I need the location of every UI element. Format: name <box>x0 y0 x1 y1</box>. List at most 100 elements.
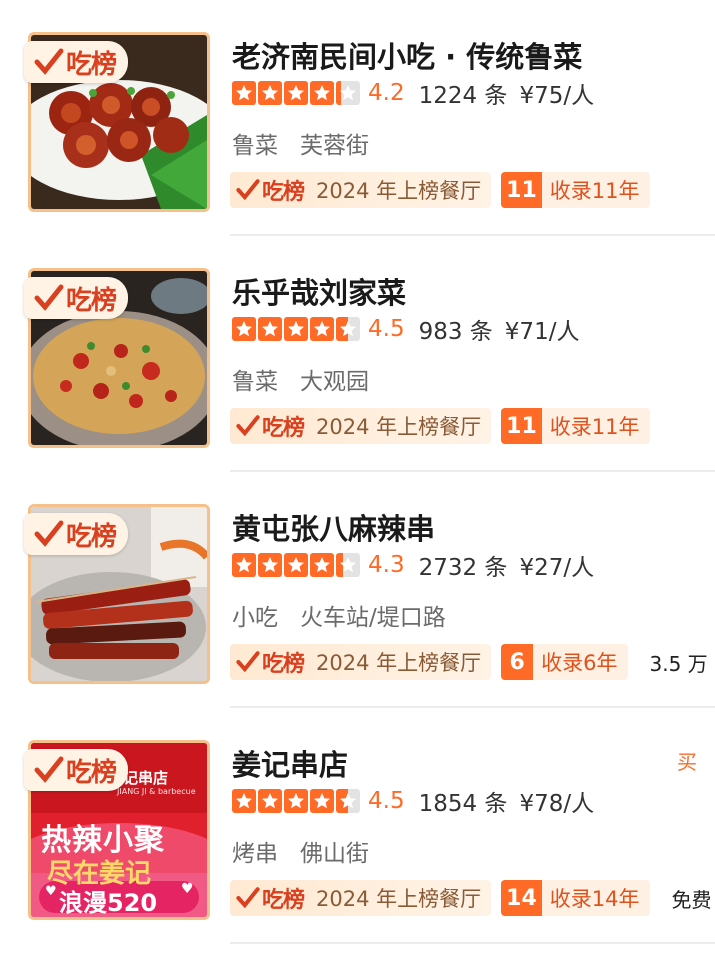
extra-stat: 免费 <box>671 887 712 912</box>
rating-score: 4.5 <box>368 788 405 814</box>
cuisine-tag: 小吃 <box>232 605 278 631</box>
tag-row: 小吃 火车站/堤口路 <box>232 598 446 632</box>
star-icon <box>284 317 308 341</box>
location-tag: 芙蓉街 <box>300 133 369 159</box>
restaurant-name[interactable]: 老济南民间小吃 · 传统鲁菜 <box>232 34 582 76</box>
star-rating <box>232 317 360 341</box>
award-pill[interactable]: 吃榜 2024 年上榜餐厅 <box>230 644 492 680</box>
checkmark-icon <box>236 651 260 673</box>
ranking-badge: 吃榜 <box>24 277 129 319</box>
review-count: 983 条 <box>418 319 493 345</box>
years-count: 6 <box>501 644 534 680</box>
restaurant-name[interactable]: 乐乎哉刘家菜 <box>232 270 406 312</box>
checkmark-icon <box>34 520 64 547</box>
star-icon <box>336 317 360 341</box>
award-pill[interactable]: 吃榜 2024 年上榜餐厅 <box>230 172 492 208</box>
ranking-badge: 吃榜 <box>24 749 129 791</box>
star-rating <box>232 789 360 813</box>
restaurant-card[interactable]: 吃榜 乐乎哉刘家菜 4.5 983 条 ¥71/人 鲁菜 大观园 吃榜 2024… <box>0 236 715 472</box>
star-icon <box>284 553 308 577</box>
star-icon <box>310 553 334 577</box>
rating-score: 4.2 <box>368 80 405 106</box>
restaurant-card[interactable]: ♥ ♥ 记串店 JIANG JI & barbecue 热辣小聚 尽在姜记 浪漫… <box>0 708 715 944</box>
location-tag: 大观园 <box>300 369 369 395</box>
price-per-person: ¥78/人 <box>519 791 595 817</box>
badge-label: 吃榜 <box>66 49 117 80</box>
star-rating <box>232 81 360 105</box>
award-year: 2024 年上榜餐厅 <box>316 887 482 911</box>
badge-label: 吃榜 <box>66 757 117 788</box>
checkmark-icon <box>236 179 260 201</box>
badge-label: 吃榜 <box>66 285 117 316</box>
star-icon <box>310 81 334 105</box>
divider <box>230 942 715 944</box>
star-icon <box>258 553 282 577</box>
poster-store-english: JIANG JI & barbecue <box>117 787 196 796</box>
restaurant-name[interactable]: 黄屯张八麻辣串 <box>232 506 435 548</box>
location-tag: 火车站/堤口路 <box>300 605 446 631</box>
award-year: 2024 年上榜餐厅 <box>316 415 482 439</box>
price-per-person: ¥27/人 <box>519 555 595 581</box>
rating-score: 4.3 <box>368 552 405 578</box>
restaurant-card[interactable]: 吃榜 黄屯张八麻辣串 4.3 2732 条 ¥27/人 小吃 火车站/堤口路 吃… <box>0 472 715 708</box>
location-tag: 佛山街 <box>300 841 369 867</box>
award-row: 吃榜 2024 年上榜餐厅 11 收录11年 <box>230 172 650 208</box>
review-count: 2732 条 <box>418 555 508 581</box>
star-icon <box>232 789 256 813</box>
poster-store-name: 记串店 <box>123 769 169 787</box>
years-count: 11 <box>501 408 542 444</box>
star-icon <box>310 317 334 341</box>
rating-row: 4.2 1224 条 ¥75/人 <box>232 78 594 109</box>
years-count: 14 <box>501 880 542 916</box>
award-pill[interactable]: 吃榜 2024 年上榜餐厅 <box>230 880 492 916</box>
award-brand: 吃榜 <box>262 180 305 205</box>
cuisine-tag: 烤串 <box>232 841 278 867</box>
star-rating <box>232 553 360 577</box>
star-icon <box>336 81 360 105</box>
checkmark-icon <box>236 415 260 437</box>
review-count: 1224 条 <box>418 83 508 109</box>
checkmark-icon <box>34 48 64 75</box>
years-listed-text: 收录14年 <box>549 887 640 911</box>
ranking-badge: 吃榜 <box>24 513 129 555</box>
badge-label: 吃榜 <box>66 521 117 552</box>
years-listed-text: 收录11年 <box>549 179 640 203</box>
years-listed-text: 收录6年 <box>541 651 618 675</box>
tag-row: 鲁菜 芙蓉街 <box>232 126 369 160</box>
star-icon <box>284 789 308 813</box>
restaurant-name[interactable]: 姜记串店 <box>232 742 348 784</box>
restaurant-list: 吃榜 老济南民间小吃 · 传统鲁菜 4.2 1224 条 ¥75/人 鲁菜 芙蓉… <box>0 0 715 953</box>
rating-row: 4.5 983 条 ¥71/人 <box>232 314 580 345</box>
tag-row: 鲁菜 大观园 <box>232 362 369 396</box>
ranking-badge: 吃榜 <box>24 41 129 83</box>
cuisine-tag: 鲁菜 <box>232 369 278 395</box>
years-count: 11 <box>501 172 542 208</box>
rating-row: 4.3 2732 条 ¥27/人 <box>232 550 595 581</box>
award-brand: 吃榜 <box>262 888 305 913</box>
checkmark-icon <box>34 756 64 783</box>
star-icon <box>336 789 360 813</box>
price-per-person: ¥71/人 <box>504 319 580 345</box>
extra-stat: 3.5 万 <box>649 651 708 676</box>
award-pill[interactable]: 吃榜 2024 年上榜餐厅 <box>230 408 492 444</box>
years-listed-pill[interactable]: 11 收录11年 <box>501 408 650 444</box>
buy-label[interactable]: 买 <box>677 746 697 775</box>
rating-score: 4.5 <box>368 316 405 342</box>
restaurant-card[interactable]: 吃榜 老济南民间小吃 · 传统鲁菜 4.2 1224 条 ¥75/人 鲁菜 芙蓉… <box>0 0 715 236</box>
review-count: 1854 条 <box>418 791 508 817</box>
years-listed-pill[interactable]: 11 收录11年 <box>501 172 650 208</box>
award-row: 吃榜 2024 年上榜餐厅 11 收录11年 <box>230 408 650 444</box>
star-icon <box>310 789 334 813</box>
award-year: 2024 年上榜餐厅 <box>316 179 482 203</box>
years-listed-pill[interactable]: 14 收录14年 <box>501 880 650 916</box>
years-listed-text: 收录11年 <box>549 415 640 439</box>
years-listed-pill[interactable]: 6 收录6年 <box>501 644 628 680</box>
cuisine-tag: 鲁菜 <box>232 133 278 159</box>
star-icon <box>258 81 282 105</box>
award-row: 吃榜 2024 年上榜餐厅 14 收录14年 免费 <box>230 880 712 916</box>
star-icon <box>232 553 256 577</box>
rating-row: 4.5 1854 条 ¥78/人 <box>232 786 595 817</box>
award-row: 吃榜 2024 年上榜餐厅 6 收录6年 3.5 万 <box>230 644 708 680</box>
poster-promo: 浪漫520 <box>59 889 158 917</box>
star-icon <box>336 553 360 577</box>
